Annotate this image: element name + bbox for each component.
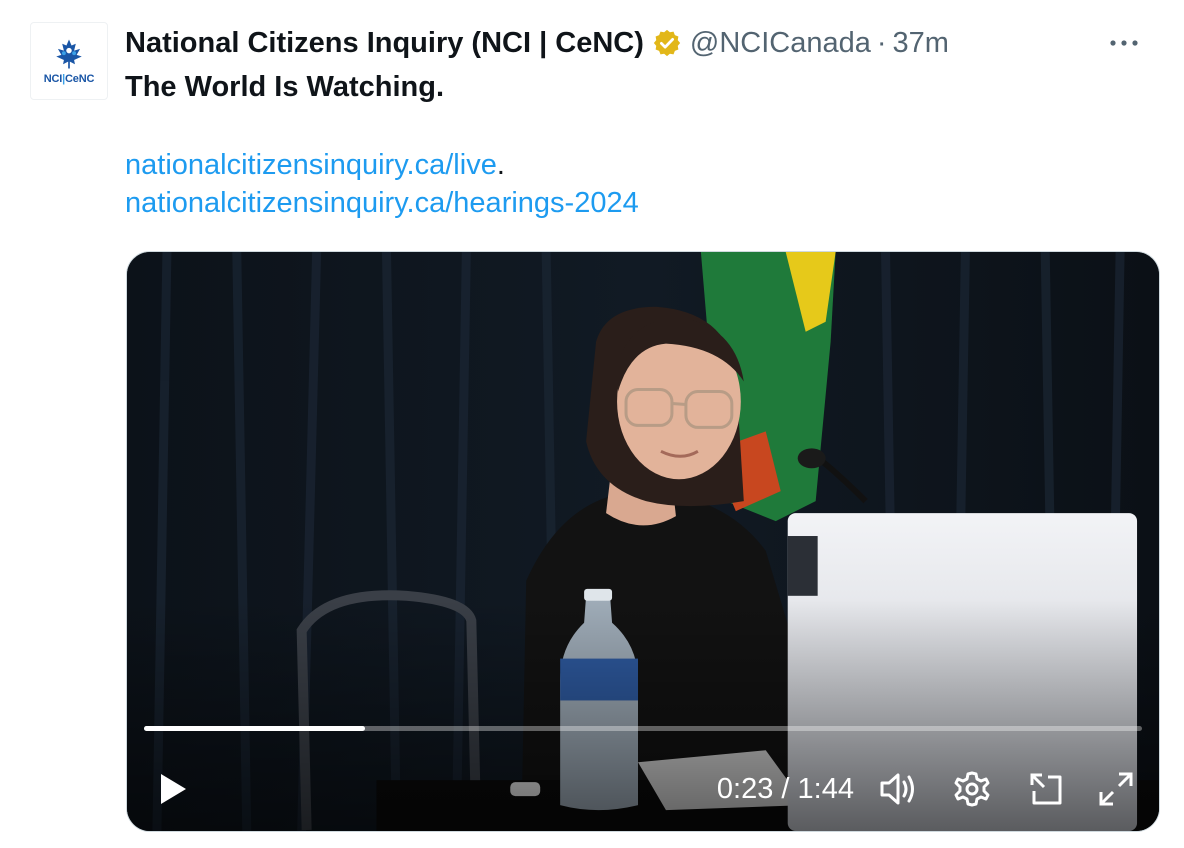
fullscreen-icon [1099,772,1133,806]
volume-button[interactable] [875,762,921,816]
tweet-text: The World Is Watching. [125,71,444,103]
progress-fill [144,726,365,731]
video-controls: 0:23 / 1:44 [127,762,1159,816]
video-frame [127,252,1159,831]
link-live[interactable]: nationalcitizensinquiry.ca/live [125,149,497,181]
avatar[interactable]: NCI|CeNC [30,22,108,100]
fullscreen-button[interactable] [1093,762,1139,816]
video-player[interactable]: 0:23 / 1:44 [126,251,1160,832]
dock-icon [1030,773,1062,805]
progress-bar[interactable] [144,726,1142,731]
more-button[interactable] [1104,24,1144,62]
timestamp[interactable]: 37m [893,24,949,62]
settings-icon [954,771,990,807]
handle[interactable]: @NCICanada [690,24,871,62]
display-name[interactable]: National Citizens Inquiry (NCI | CeNC) [125,24,644,62]
play-button[interactable] [151,762,195,816]
settings-button[interactable] [949,762,995,816]
more-dots-icon [1110,40,1138,46]
video-timecode: 0:23 / 1:44 [717,762,854,816]
avatar-label: NCI|CeNC [43,73,95,85]
current-time: 0:23 [716,772,774,805]
link-period: . [496,149,505,181]
duration: 1:44 [797,772,854,805]
tweet-links: nationalcitizensinquiry.ca/live. nationa… [125,146,639,222]
dock-button[interactable] [1023,762,1069,816]
play-icon [161,774,186,804]
link-hearings[interactable]: nationalcitizensinquiry.ca/hearings-2024 [125,187,639,219]
tweet: NCI|CeNC National Citizens Inquiry (NCI … [0,0,1184,848]
verified-badge-icon[interactable] [652,28,682,58]
maple-leaf-people-icon [56,39,82,69]
volume-icon [880,773,914,805]
tweet-header: National Citizens Inquiry (NCI | CeNC) @… [125,24,1154,62]
separator-dot: · [876,27,887,59]
time-separator: / [773,772,798,805]
